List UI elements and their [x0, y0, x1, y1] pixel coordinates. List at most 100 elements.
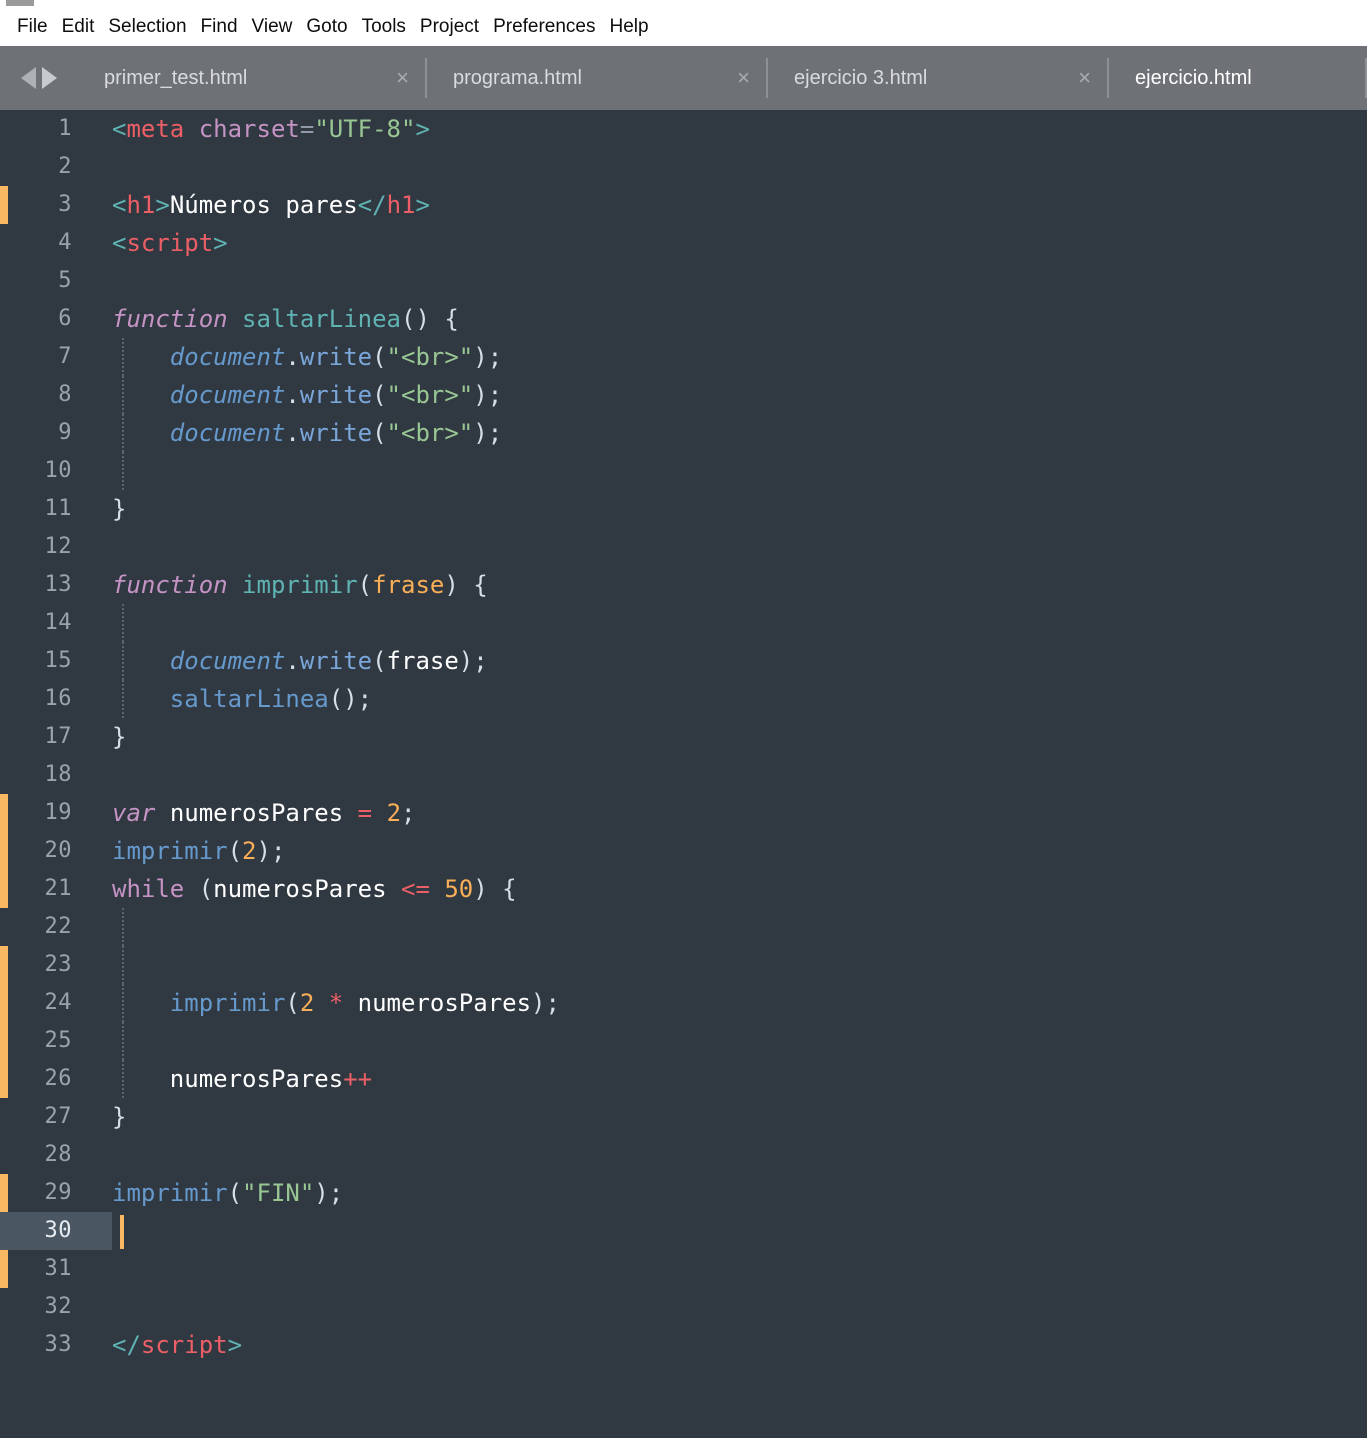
line-number-gutter[interactable]: 25 [0, 1022, 112, 1060]
code-line[interactable]: 12 [0, 528, 1367, 566]
line-number-gutter[interactable]: 2 [0, 148, 112, 186]
line-number-gutter[interactable]: 26 [0, 1060, 112, 1098]
code-line[interactable]: 3 <h1>Números pares</h1> [0, 186, 1367, 224]
code-line[interactable]: 11} [0, 490, 1367, 528]
line-number-gutter[interactable]: 15 [0, 642, 112, 680]
code-token: numerosPares [357, 989, 532, 1017]
code-line[interactable]: 5 [0, 262, 1367, 300]
code-token: ( [285, 989, 300, 1017]
code-line[interactable]: 23 [0, 946, 1367, 984]
menu-item-file[interactable]: File [10, 8, 55, 46]
line-number-gutter[interactable]: 4 [0, 224, 112, 262]
tab-nav-arrows[interactable] [0, 46, 78, 110]
code-line[interactable]: 28 [0, 1136, 1367, 1174]
line-number: 5 [58, 268, 72, 293]
code-line[interactable]: 18 [0, 756, 1367, 794]
menu-item-tools[interactable]: Tools [355, 8, 413, 46]
line-number-gutter[interactable]: 30 [0, 1212, 112, 1250]
tab-0[interactable]: primer_test.html × [78, 46, 427, 110]
line-number-gutter[interactable]: 29 [0, 1174, 112, 1212]
line-number-gutter[interactable]: 7 [0, 338, 112, 376]
menu-item-find[interactable]: Find [194, 8, 245, 46]
line-number-gutter[interactable]: 24 [0, 984, 112, 1022]
line-number-gutter[interactable]: 32 [0, 1288, 112, 1326]
code-token: ; [487, 419, 503, 447]
tab-3[interactable]: ejercicio.html [1109, 46, 1367, 110]
line-number-gutter[interactable]: 5 [0, 262, 112, 300]
line-number: 1 [58, 116, 72, 141]
code-line[interactable]: 29 imprimir("FIN"); [0, 1174, 1367, 1212]
line-number-gutter[interactable]: 6 [0, 300, 112, 338]
code-line[interactable]: 1 <meta charset="UTF-8"> [0, 110, 1367, 148]
menu-item-selection[interactable]: Selection [101, 8, 193, 46]
code-line[interactable]: 4 <script> [0, 224, 1367, 262]
line-number-gutter[interactable]: 21 [0, 870, 112, 908]
line-number-gutter[interactable]: 20 [0, 832, 112, 870]
code-line[interactable]: 2 [0, 148, 1367, 186]
line-number-gutter[interactable]: 12 [0, 528, 112, 566]
line-number-gutter[interactable]: 18 [0, 756, 112, 794]
line-number-gutter[interactable]: 8 [0, 376, 112, 414]
triangle-right-icon[interactable] [42, 67, 57, 89]
code-line[interactable]: 8 document.write("<br>"); [0, 376, 1367, 414]
code-line[interactable]: 27} [0, 1098, 1367, 1136]
code-line[interactable]: 31 [0, 1250, 1367, 1288]
line-number-gutter[interactable]: 19 [0, 794, 112, 832]
code-line[interactable]: 14 [0, 604, 1367, 642]
line-number-gutter[interactable]: 23 [0, 946, 112, 984]
line-number-gutter[interactable]: 22 [0, 908, 112, 946]
code-line[interactable]: 6 function saltarLinea() { [0, 300, 1367, 338]
menu-item-view[interactable]: View [245, 8, 300, 46]
menu-item-preferences[interactable]: Preferences [486, 8, 602, 46]
line-number-gutter[interactable]: 10 [0, 452, 112, 490]
close-icon[interactable]: × [737, 67, 768, 89]
line-number-gutter[interactable]: 17 [0, 718, 112, 756]
line-number-gutter[interactable]: 3 [0, 186, 112, 224]
menu-item-goto[interactable]: Goto [299, 8, 354, 46]
code-line[interactable]: 15 document.write(frase); [0, 642, 1367, 680]
code-line[interactable]: 7 document.write("<br>"); [0, 338, 1367, 376]
code-line[interactable]: 20 imprimir(2); [0, 832, 1367, 870]
line-number-gutter[interactable]: 11 [0, 490, 112, 528]
code-line[interactable]: 17} [0, 718, 1367, 756]
line-number-gutter[interactable]: 16 [0, 680, 112, 718]
line-number-gutter[interactable]: 27 [0, 1098, 112, 1136]
menu-item-help[interactable]: Help [603, 8, 656, 46]
code-line[interactable]: 26 numerosPares++ [0, 1060, 1367, 1098]
code-line[interactable]: 19 var numerosPares = 2; [0, 794, 1367, 832]
tab-1[interactable]: programa.html × [427, 46, 768, 110]
code-token: ( [184, 875, 214, 903]
close-icon[interactable]: × [1078, 67, 1109, 89]
code-token: "<br>" [386, 343, 474, 371]
tab-2[interactable]: ejercicio 3.html × [768, 46, 1109, 110]
line-number: 25 [44, 1028, 72, 1053]
code-editor[interactable]: 1 <meta charset="UTF-8"> 2 3 <h1>Números par… [0, 110, 1367, 1438]
menu-item-project[interactable]: Project [413, 8, 486, 46]
line-number-gutter[interactable]: 33 [0, 1326, 112, 1364]
code-line[interactable]: 33 </script> [0, 1326, 1367, 1364]
line-number-gutter[interactable]: 14 [0, 604, 112, 642]
line-number: 19 [44, 800, 72, 825]
code-line[interactable]: 10 [0, 452, 1367, 490]
code-token: . [285, 419, 300, 447]
code-line[interactable]: 24 imprimir(2 * numerosPares); [0, 984, 1367, 1022]
code-line[interactable]: 9 document.write("<br>"); [0, 414, 1367, 452]
menu-item-edit[interactable]: Edit [55, 8, 102, 46]
code-token: "FIN" [242, 1179, 315, 1207]
code-line[interactable]: 32 [0, 1288, 1367, 1326]
line-number-gutter[interactable]: 13 [0, 566, 112, 604]
code-line[interactable]: 21 while (numerosPares <= 50) { [0, 870, 1367, 908]
line-number-gutter[interactable]: 31 [0, 1250, 112, 1288]
code-line[interactable]: 16 saltarLinea(); [0, 680, 1367, 718]
line-number-gutter[interactable]: 1 [0, 110, 112, 148]
line-number-gutter[interactable]: 28 [0, 1136, 112, 1174]
line-number-gutter[interactable]: 9 [0, 414, 112, 452]
code-line[interactable]: 22 [0, 908, 1367, 946]
code-line[interactable]: 30 [0, 1212, 1367, 1250]
close-icon[interactable]: × [396, 67, 427, 89]
code-token: ( [372, 381, 387, 409]
code-line[interactable]: 13 function imprimir(frase) { [0, 566, 1367, 604]
code-line[interactable]: 25 [0, 1022, 1367, 1060]
triangle-left-icon[interactable] [21, 67, 36, 89]
